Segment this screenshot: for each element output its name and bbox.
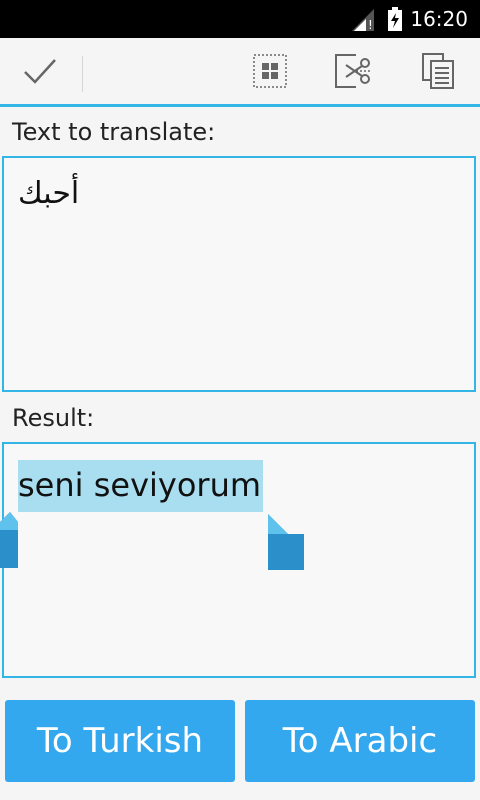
result-text-field[interactable]: seni seviyorum: [0, 442, 476, 678]
battery-charging-icon: [388, 7, 402, 31]
done-button[interactable]: [8, 38, 72, 104]
selection-end-handle[interactable]: [268, 514, 304, 570]
status-bar: ! 16:20: [0, 0, 480, 38]
input-text-value: أحبك: [18, 176, 80, 211]
result-label: Result:: [12, 404, 95, 432]
svg-text:!: !: [368, 18, 373, 31]
selection-start-handle[interactable]: [0, 512, 18, 568]
input-label: Text to translate:: [12, 118, 216, 146]
result-text-value[interactable]: seni seviyorum: [18, 460, 264, 512]
cut-icon: [335, 54, 372, 88]
copy-button[interactable]: [406, 38, 470, 104]
select-all-icon: [253, 54, 287, 88]
contextual-action-bar: [0, 38, 480, 107]
clock: 16:20: [410, 7, 468, 31]
input-text-field[interactable]: أحبك: [2, 156, 476, 392]
cut-button[interactable]: [322, 38, 386, 104]
action-bar-divider: [82, 56, 83, 92]
signal-weak-icon: !: [352, 9, 374, 31]
copy-icon: [422, 53, 454, 89]
select-all-button[interactable]: [238, 38, 302, 104]
checkmark-icon: [24, 59, 56, 84]
to-turkish-button[interactable]: To Turkish: [5, 700, 235, 782]
to-arabic-button[interactable]: To Arabic: [245, 700, 475, 782]
